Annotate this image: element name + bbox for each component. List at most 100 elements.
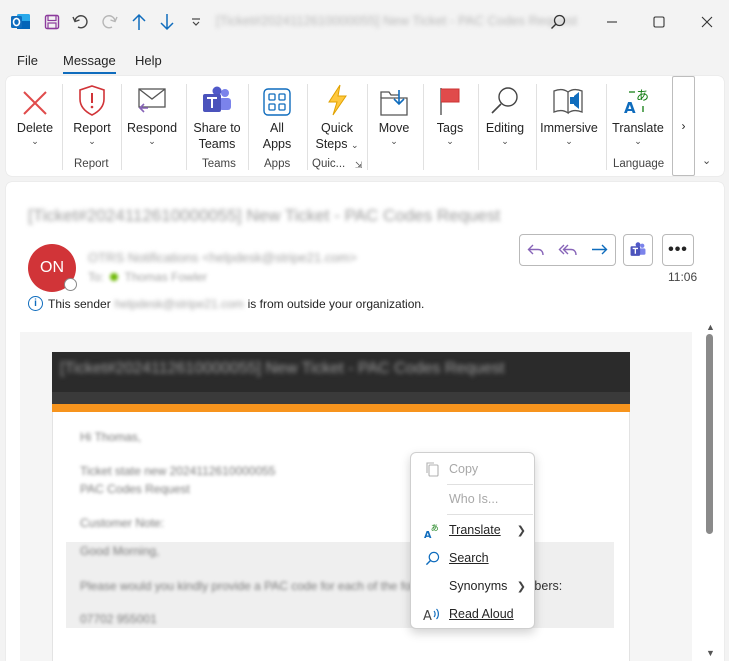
svg-text:A: A — [624, 99, 636, 116]
customize-toolbar-icon[interactable] — [186, 0, 206, 44]
email-banner: [Ticket#2024112610000055] New Ticket - P… — [52, 352, 630, 392]
more-actions-button[interactable]: ••• — [662, 234, 694, 266]
translate-button[interactable]: Aあ Translate ⌄ — [612, 82, 664, 146]
immersive-reader-icon — [552, 82, 586, 116]
chevron-down-icon: ⌄ — [88, 136, 96, 146]
title-bar: [Ticket#2024112610000055] New Ticket - P… — [0, 0, 729, 44]
active-tab-indicator — [63, 72, 116, 74]
reply-icon — [527, 244, 544, 256]
recipient-line: To: Thomas Fowler — [88, 270, 208, 284]
lightning-icon — [326, 82, 348, 116]
chevron-down-icon: ⌄ — [390, 136, 398, 146]
translate-icon: Aあ — [623, 82, 653, 116]
window-title: [Ticket#2024112610000055] New Ticket - P… — [216, 13, 578, 28]
move-button[interactable]: Move ⌄ — [374, 82, 414, 146]
menu-help[interactable]: Help — [135, 53, 162, 68]
chevron-right-icon: ❯ — [516, 524, 526, 537]
body-line: Ticket state new 2024112610000055 — [80, 464, 276, 478]
scrollbar-thumb[interactable] — [706, 334, 713, 534]
reading-pane: [Ticket#2024112610000055] New Ticket - P… — [6, 182, 724, 661]
presence-status-icon — [64, 278, 77, 291]
ribbon-overflow-button[interactable]: › — [672, 76, 695, 176]
delete-icon — [22, 82, 48, 116]
read-aloud-icon: A — [423, 605, 441, 623]
chevron-down-icon: ⌄ — [565, 136, 573, 146]
minimize-button[interactable] — [597, 7, 627, 37]
ribbon: Delete ⌄ Report ⌄ Report Respond ⌄ Share… — [6, 76, 724, 176]
quick-steps-button[interactable]: Quick Steps ⌄ — [314, 82, 360, 152]
svg-text:あ: あ — [636, 89, 649, 104]
redo-icon[interactable] — [97, 0, 121, 44]
tags-button[interactable]: Tags ⌄ — [430, 82, 470, 146]
undo-icon[interactable] — [69, 0, 93, 44]
external-sender-notice: i This sender helpdesk@stripe21.com is f… — [28, 296, 424, 311]
outlook-icon — [8, 0, 34, 44]
body-line: 07702 955001 — [80, 612, 157, 626]
context-menu: Copy Who Is... Aあ Translate ❯ Search Syn… — [410, 452, 535, 629]
accent-stripe — [52, 404, 630, 412]
delete-button[interactable]: Delete ⌄ — [16, 82, 54, 146]
body-line: Good Morning, — [80, 544, 160, 558]
respond-button[interactable]: Respond ⌄ — [127, 82, 177, 146]
chevron-down-icon: ⌄ — [501, 136, 509, 146]
group-label-report: Report — [74, 158, 109, 170]
apps-grid-icon — [263, 82, 291, 116]
menu-item-copy[interactable]: Copy — [411, 457, 536, 481]
envelope-reply-icon — [136, 82, 168, 116]
group-label-language: Language — [613, 158, 665, 170]
search-icon[interactable] — [543, 7, 573, 37]
chevron-right-icon: › — [681, 119, 686, 133]
svg-text:A: A — [423, 609, 432, 622]
menu-item-synonyms[interactable]: Synonyms ❯ — [411, 574, 536, 598]
maximize-button[interactable] — [644, 7, 674, 37]
dialog-launcher-icon[interactable]: ⇲ — [355, 160, 363, 171]
menu-item-who-is[interactable]: Who Is... — [411, 487, 536, 511]
group-label-teams: Teams — [202, 158, 236, 170]
scroll-up-icon[interactable]: ▲ — [706, 322, 715, 332]
forward-button[interactable] — [583, 235, 615, 265]
editing-button[interactable]: Editing ⌄ — [483, 82, 527, 146]
close-button[interactable] — [692, 7, 722, 37]
greeting: Hi Thomas, — [80, 430, 142, 444]
chevron-down-icon: ⌄ — [446, 136, 454, 146]
flag-icon — [437, 82, 463, 116]
share-teams-button[interactable] — [623, 234, 653, 266]
arrow-up-icon[interactable] — [127, 0, 151, 44]
presence-dot-icon — [110, 273, 119, 281]
scroll-down-icon[interactable]: ▼ — [706, 648, 715, 658]
menu-file[interactable]: File — [17, 53, 38, 68]
body-line: PAC Codes Request — [80, 482, 190, 496]
reply-all-icon — [558, 244, 577, 256]
menu-item-read-aloud[interactable]: A Read Aloud — [411, 602, 536, 626]
share-to-teams-button[interactable]: Share to Teams — [192, 82, 242, 152]
reply-all-button[interactable] — [552, 235, 584, 265]
menu-item-search[interactable]: Search — [411, 546, 536, 570]
menu-message[interactable]: Message — [63, 53, 116, 68]
translate-icon: Aあ — [423, 521, 441, 539]
chevron-down-icon: ⌄ — [634, 136, 642, 146]
reply-actions — [519, 234, 616, 266]
save-icon[interactable] — [40, 0, 64, 44]
forward-icon — [592, 244, 608, 255]
recipient[interactable]: Thomas Fowler — [124, 270, 207, 284]
body-line: Please would you kindly provide a PAC co… — [80, 579, 448, 593]
shield-alert-icon — [78, 82, 106, 116]
message-subject: [Ticket#2024112610000055] New Ticket - P… — [28, 206, 501, 225]
report-button[interactable]: Report ⌄ — [70, 82, 114, 146]
arrow-down-icon[interactable] — [155, 0, 179, 44]
reply-button[interactable] — [520, 235, 552, 265]
menu-item-translate[interactable]: Aあ Translate ❯ — [411, 518, 536, 542]
chevron-down-icon: ⌄ — [31, 136, 39, 146]
sender[interactable]: OTRS Notifications <helpdesk@stripe21.co… — [88, 250, 357, 265]
teams-icon — [201, 82, 233, 116]
chevron-down-icon: ⌄ — [148, 136, 156, 146]
info-icon: i — [28, 296, 43, 311]
svg-text:あ: あ — [430, 523, 438, 532]
body-line: Customer Note: — [80, 516, 165, 530]
search-icon — [423, 549, 441, 567]
group-label-apps: Apps — [264, 158, 291, 170]
all-apps-button[interactable]: All Apps — [256, 82, 298, 152]
chevron-right-icon: ❯ — [516, 580, 526, 593]
ribbon-collapse-chevron-icon[interactable]: ⌄ — [702, 154, 711, 167]
immersive-reader-button[interactable]: Immersive ⌄ — [539, 82, 599, 146]
